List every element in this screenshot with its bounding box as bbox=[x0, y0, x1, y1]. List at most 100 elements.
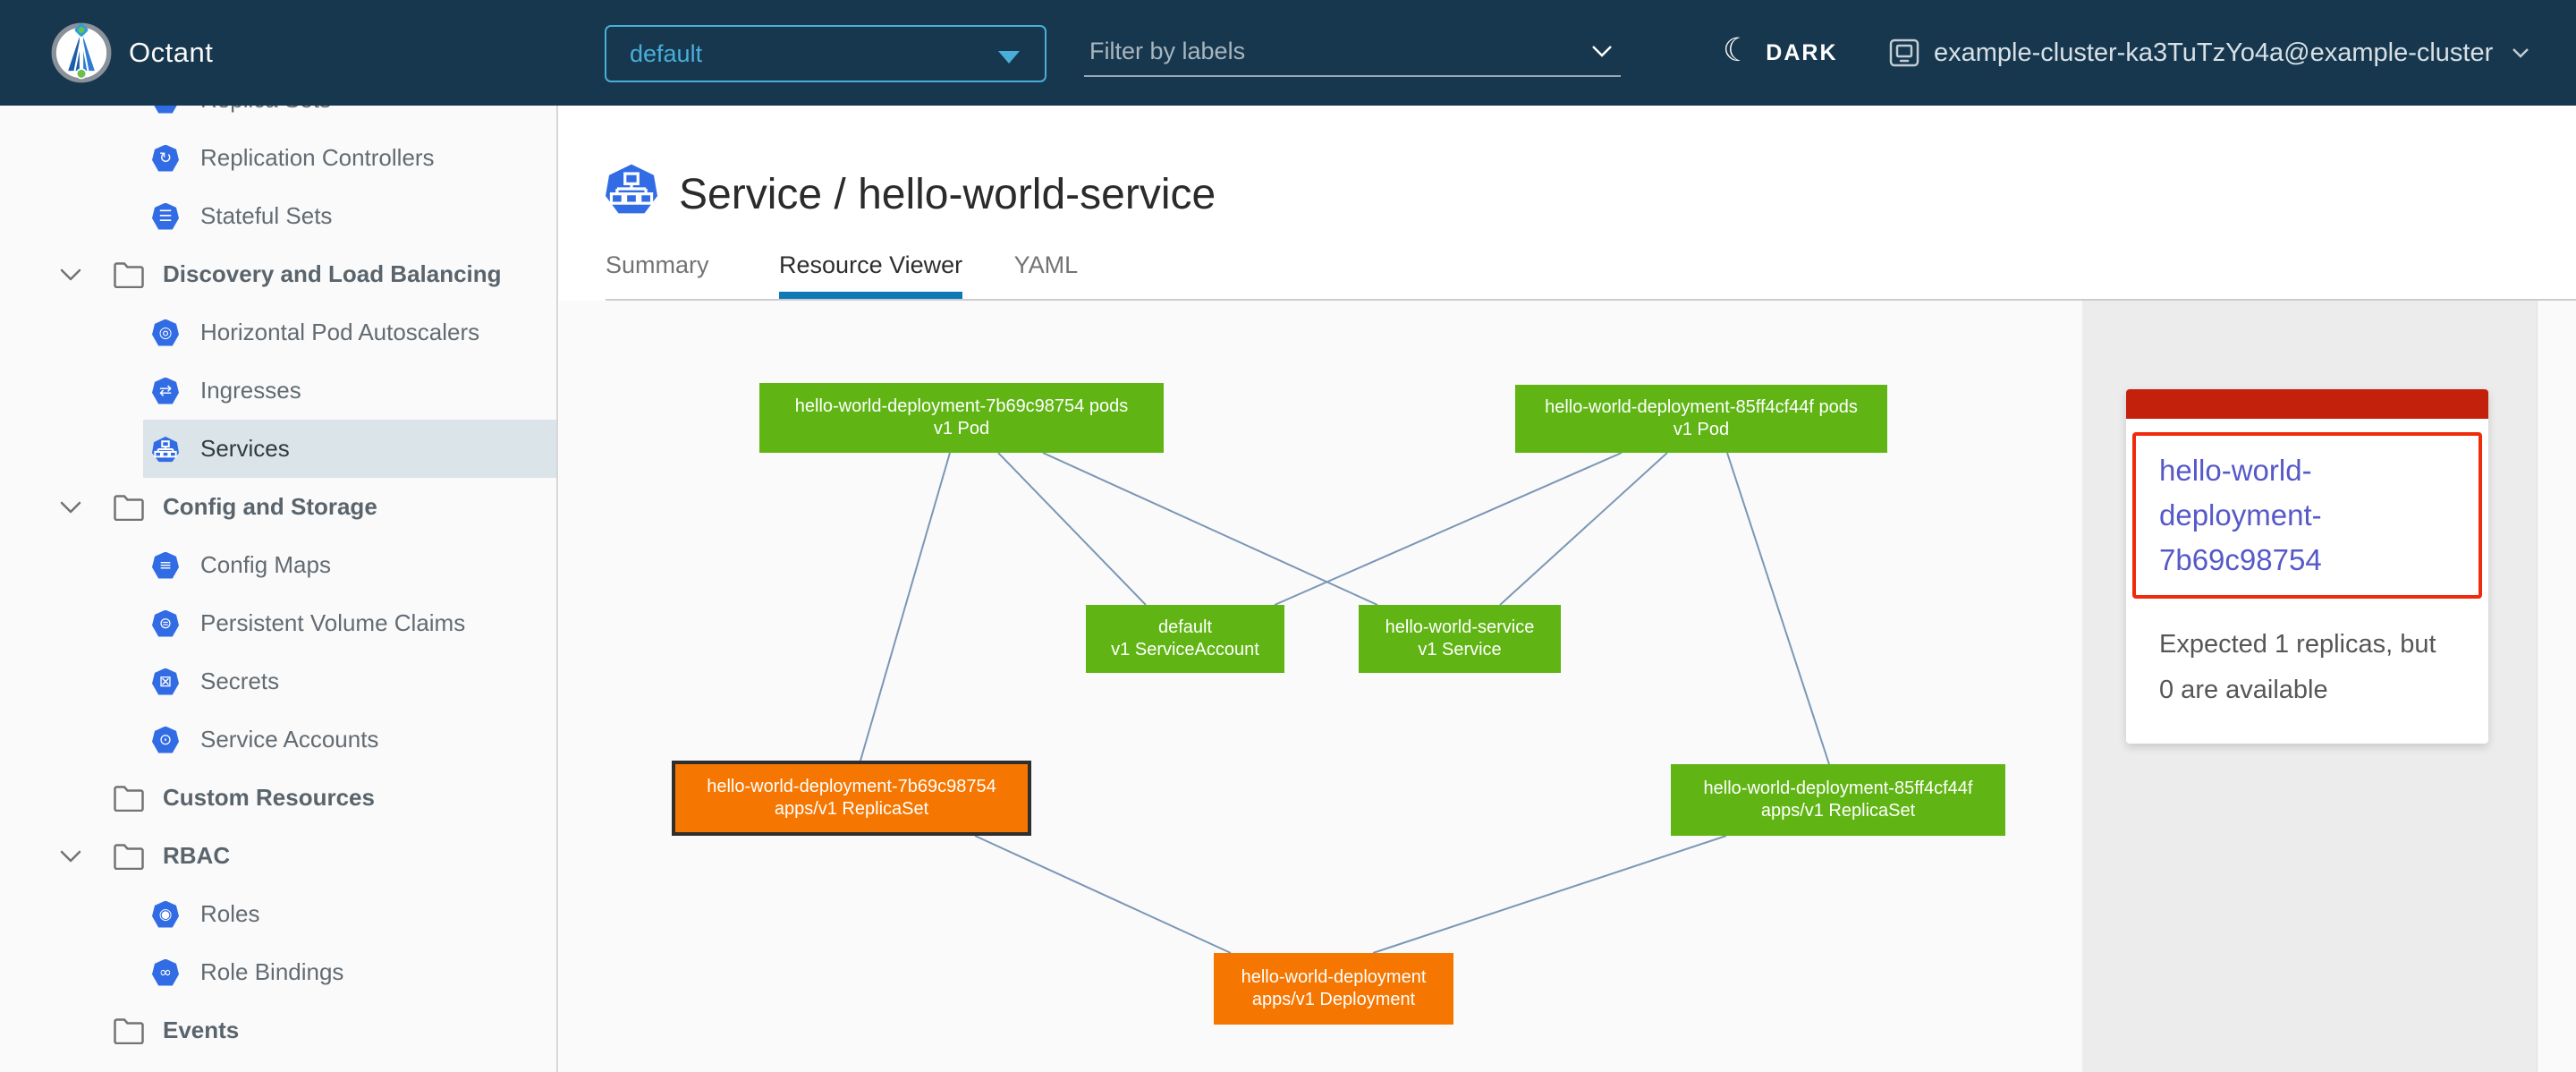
tab-summary[interactable]: Summary bbox=[606, 251, 709, 292]
ingress-icon: ⇄ bbox=[152, 378, 179, 404]
sidebar-item-role-bindings[interactable]: ∞ Role Bindings bbox=[0, 943, 556, 1001]
moon-icon: ☾ bbox=[1723, 35, 1751, 67]
node-sublabel: v1 Pod bbox=[934, 418, 989, 440]
folder-icon bbox=[113, 494, 145, 521]
node-label: hello-world-deployment-85ff4cf44f pods bbox=[1545, 396, 1858, 419]
sidebar-item-label: Horizontal Pod Autoscalers bbox=[200, 319, 479, 346]
sidebar-item-horizontal-pod-autoscalers[interactable]: ◎ Horizontal Pod Autoscalers bbox=[0, 303, 556, 362]
sidebar-item-services[interactable]: Services bbox=[143, 420, 556, 478]
replicaset-icon: ⊞ bbox=[152, 106, 179, 114]
folder-icon bbox=[113, 1017, 145, 1044]
graph-node-deployment-hello-world[interactable]: hello-world-deployment apps/v1 Deploymen… bbox=[1214, 953, 1453, 1025]
sidebar-item-label: Ingresses bbox=[200, 377, 301, 404]
sidebar-item-label: Config and Storage bbox=[163, 493, 377, 521]
sidebar-item-custom-resources[interactable]: Custom Resources bbox=[0, 769, 556, 827]
graph-node-pod-85ff4cf44f[interactable]: hello-world-deployment-85ff4cf44f pods v… bbox=[1515, 385, 1887, 453]
node-label: hello-world-deployment-7b69c98754 pods bbox=[795, 396, 1128, 418]
sidebar-item-label: Persistent Volume Claims bbox=[200, 609, 465, 637]
sidebar-item-label: Service Accounts bbox=[200, 726, 378, 753]
alert-border-box: hello-world-deployment-7b69c98754 bbox=[2132, 432, 2482, 599]
folder-icon bbox=[113, 785, 145, 812]
cluster-name: example-cluster-ka3TuTzYo4a@example-clus… bbox=[1934, 38, 2493, 68]
tab-resource-viewer[interactable]: Resource Viewer bbox=[779, 251, 962, 299]
node-sublabel: apps/v1 ReplicaSet bbox=[775, 798, 928, 821]
graph-node-pod-7b69c98754[interactable]: hello-world-deployment-7b69c98754 pods v… bbox=[759, 383, 1164, 453]
node-sublabel: apps/v1 Deployment bbox=[1252, 989, 1415, 1011]
sidebar-item-config-and-storage[interactable]: Config and Storage bbox=[0, 478, 556, 536]
hpa-icon: ◎ bbox=[152, 319, 179, 346]
node-sublabel: v1 ServiceAccount bbox=[1111, 639, 1259, 661]
sidebar-item-label: Discovery and Load Balancing bbox=[163, 260, 502, 288]
replicaset-link[interactable]: hello-world-deployment-7b69c98754 bbox=[2159, 448, 2455, 583]
replication-controller-icon: ↻ bbox=[152, 145, 179, 172]
page-title: Service / hello-world-service bbox=[606, 163, 1216, 225]
graph-node-replicaset-85ff4cf44f[interactable]: hello-world-deployment-85ff4cf44f apps/v… bbox=[1671, 764, 2005, 836]
label-filter-input[interactable]: Filter by labels bbox=[1084, 27, 1621, 77]
sidebar-nav: ⊞ Replica Sets ↻Replication Controllers ☰ St… bbox=[0, 106, 558, 1072]
node-sublabel: v1 Pod bbox=[1674, 419, 1729, 441]
cluster-icon bbox=[1889, 38, 1919, 67]
replicaset-status-card: hello-world-deployment-7b69c98754 Expect… bbox=[2126, 389, 2488, 744]
cluster-selector[interactable]: example-cluster-ka3TuTzYo4a@example-clus… bbox=[1889, 0, 2530, 106]
resource-graph-canvas[interactable]: hello-world-deployment-7b69c98754 pods v… bbox=[559, 301, 2082, 1072]
role-icon: ◉ bbox=[152, 901, 179, 928]
sidebar-item-label: Config Maps bbox=[200, 551, 331, 579]
alert-status-bar bbox=[2126, 389, 2488, 419]
chevron-down-icon[interactable] bbox=[59, 849, 82, 864]
node-label: hello-world-service bbox=[1385, 617, 1535, 639]
sidebar-item-label: Services bbox=[200, 435, 290, 463]
sidebar-item-label: Custom Resources bbox=[163, 784, 375, 812]
sidebar-item-roles[interactable]: ◉ Roles bbox=[0, 885, 556, 943]
graph-node-service-hello-world[interactable]: hello-world-service v1 Service bbox=[1359, 605, 1561, 673]
namespace-dropdown-value: default bbox=[630, 40, 702, 68]
node-label: hello-world-deployment-85ff4cf44f bbox=[1704, 778, 1973, 800]
sidebar-item-label: Roles bbox=[200, 900, 259, 928]
statefulset-icon: ☰ bbox=[152, 203, 179, 230]
node-sublabel: apps/v1 ReplicaSet bbox=[1761, 800, 1915, 822]
sidebar-item-label: Replica Sets bbox=[200, 106, 331, 114]
label-filter-placeholder: Filter by labels bbox=[1084, 38, 1245, 65]
node-label: default bbox=[1158, 617, 1212, 639]
role-binding-icon: ∞ bbox=[152, 959, 179, 986]
brand-title: Octant bbox=[129, 0, 213, 106]
sidebar-item-stateful-sets[interactable]: ☰ Stateful Sets bbox=[0, 187, 556, 245]
folder-icon bbox=[113, 261, 145, 288]
sidebar-item-persistent-volume-claims[interactable]: ⊜ Persistent Volume Claims bbox=[0, 594, 556, 652]
sidebar-item-replication-controllers[interactable]: ↻Replication Controllers bbox=[0, 129, 556, 187]
sidebar-item-label: Events bbox=[163, 1017, 239, 1044]
scroll-gutter bbox=[2537, 301, 2576, 1072]
sidebar-item-config-maps[interactable]: ≡Config Maps bbox=[0, 536, 556, 594]
app-header: Octant default Filter by labels ☾ DARK e… bbox=[0, 0, 2576, 106]
sidebar-item-label: Stateful Sets bbox=[200, 202, 332, 230]
tab-yaml[interactable]: YAML bbox=[1014, 251, 1079, 292]
page-title-text: Service / hello-world-service bbox=[679, 170, 1216, 219]
theme-toggle-label: DARK bbox=[1766, 40, 1837, 66]
chevron-down-icon[interactable] bbox=[59, 500, 82, 515]
chevron-down-icon bbox=[2511, 47, 2530, 59]
tab-bar: Summary Resource Viewer YAML bbox=[606, 251, 1078, 299]
chevron-down-icon bbox=[998, 51, 1020, 64]
pvc-icon: ⊜ bbox=[152, 610, 179, 637]
chevron-down-icon bbox=[1590, 43, 1621, 59]
namespace-dropdown[interactable]: default bbox=[605, 25, 1046, 82]
theme-toggle[interactable]: ☾ DARK bbox=[1723, 0, 1838, 106]
sidebar-item-replica-sets[interactable]: ⊞ Replica Sets bbox=[0, 106, 556, 129]
graph-node-serviceaccount-default[interactable]: default v1 ServiceAccount bbox=[1086, 605, 1284, 673]
folder-icon bbox=[113, 843, 145, 870]
sidebar-item-events[interactable]: Events bbox=[0, 1001, 556, 1059]
service-icon bbox=[152, 436, 179, 463]
service-account-icon: ⊙ bbox=[152, 727, 179, 753]
sidebar-item-label: RBAC bbox=[163, 842, 230, 870]
service-icon bbox=[606, 163, 657, 225]
sidebar-item-service-accounts[interactable]: ⊙ Service Accounts bbox=[0, 710, 556, 769]
sidebar-item-ingresses[interactable]: ⇄ Ingresses bbox=[0, 362, 556, 420]
sidebar-item-label: Role Bindings bbox=[200, 958, 343, 986]
detail-panel: hello-world-deployment-7b69c98754 Expect… bbox=[2082, 301, 2537, 1072]
sidebar-item-discovery-and-load-balancing[interactable]: Discovery and Load Balancing bbox=[0, 245, 556, 303]
sidebar-item-label: Secrets bbox=[200, 668, 279, 695]
chevron-down-icon[interactable] bbox=[59, 268, 82, 282]
sidebar-item-rbac[interactable]: RBAC bbox=[0, 827, 556, 885]
node-sublabel: v1 Service bbox=[1418, 639, 1501, 661]
sidebar-item-secrets[interactable]: ⊠Secrets bbox=[0, 652, 556, 710]
graph-node-replicaset-7b69c98754[interactable]: hello-world-deployment-7b69c98754 apps/v… bbox=[672, 761, 1031, 836]
